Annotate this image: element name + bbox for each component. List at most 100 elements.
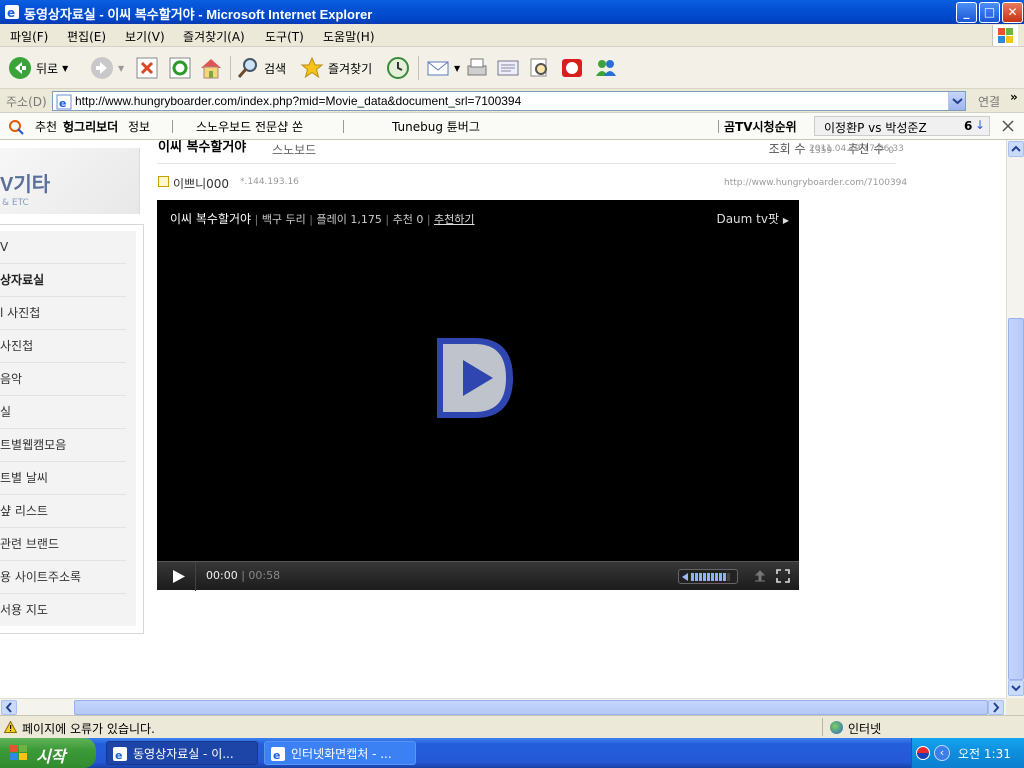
- edit-button[interactable]: [496, 54, 520, 82]
- start-button[interactable]: 시작: [0, 738, 96, 768]
- stop-button[interactable]: [136, 54, 158, 82]
- scroll-left-icon[interactable]: [1, 700, 17, 715]
- sidebar-item[interactable]: 트별 날씨: [0, 462, 126, 495]
- menu-file[interactable]: 파일(F): [10, 28, 48, 45]
- video-channel[interactable]: 백구 두리: [262, 213, 306, 226]
- sidebar-item[interactable]: 사진첩: [0, 330, 126, 363]
- daum-tvpot-link[interactable]: Daum tv팟 ▶: [716, 210, 789, 227]
- play-icon[interactable]: [172, 569, 186, 584]
- messenger-button[interactable]: [593, 54, 619, 82]
- forward-button[interactable]: ▼: [90, 54, 124, 82]
- scroll-right-icon[interactable]: [988, 700, 1004, 715]
- show-hidden-icons-icon[interactable]: ‹: [934, 745, 950, 761]
- member-icon: [158, 176, 169, 187]
- history-button[interactable]: [386, 54, 410, 82]
- toolbar-badge-button[interactable]: [560, 54, 584, 82]
- volume-slider[interactable]: [678, 569, 738, 584]
- scroll-down-icon[interactable]: [1008, 680, 1024, 696]
- toolbar-separator: [418, 56, 419, 80]
- category-banner: V기타 & ETC: [0, 148, 140, 214]
- fullscreen-icon[interactable]: [776, 569, 790, 583]
- link-snowboard-shop[interactable]: 스노우보드 전문샵 쏜: [196, 118, 303, 135]
- refresh-button[interactable]: [169, 54, 191, 82]
- research-button[interactable]: [528, 54, 552, 82]
- favorites-button[interactable]: 즐겨찾기: [300, 54, 372, 82]
- sidebar-item[interactable]: 음악: [0, 363, 126, 396]
- back-button[interactable]: 뒤로 ▼: [8, 54, 68, 82]
- link-tunebug[interactable]: Tunebug 튠버그: [392, 118, 480, 135]
- recommend-prefix: 추천: [35, 120, 58, 134]
- sidebar-item[interactable]: 용 사이트주소록: [0, 561, 126, 594]
- menu-view[interactable]: 보기(V): [125, 28, 165, 45]
- vertical-scrollbar[interactable]: [1006, 140, 1024, 698]
- menu-edit[interactable]: 편집(E): [67, 28, 106, 45]
- home-button[interactable]: [199, 54, 223, 82]
- status-message: 페이지에 오류가 있습니다.: [22, 722, 155, 736]
- close-icon[interactable]: [1002, 120, 1014, 132]
- sidebar-item[interactable]: 관련 브랜드: [0, 528, 126, 561]
- messenger-icon: [596, 60, 616, 76]
- author-ip: *.144.193.16: [240, 177, 299, 187]
- vertical-scroll-thumb[interactable]: [1008, 318, 1024, 680]
- more-links-icon[interactable]: »: [1010, 90, 1018, 104]
- link-separator: [343, 120, 344, 133]
- address-input[interactable]: e http://www.hungryboarder.com/index.php…: [52, 91, 966, 111]
- daum-logo-play-icon[interactable]: [435, 336, 515, 420]
- security-zone: 인터넷: [848, 722, 882, 736]
- back-dropdown-icon[interactable]: ▼: [62, 64, 68, 73]
- tv-rank-box[interactable]: 이정환P vs 박성준Z 6 ↓: [814, 116, 990, 136]
- print-button[interactable]: [465, 54, 489, 82]
- share-icon[interactable]: [753, 569, 767, 583]
- refresh-icon: [169, 57, 191, 79]
- search-icon: [9, 120, 24, 135]
- address-dropdown-icon[interactable]: [948, 92, 965, 110]
- sidebar-item[interactable]: V: [0, 231, 126, 264]
- close-button[interactable]: ✕: [1002, 2, 1023, 23]
- video-player[interactable]: 이씨 복수할거야 | 백구 두리 | 플레이 1,175 | 추천 0 | 추천…: [157, 200, 799, 591]
- scroll-up-icon[interactable]: [1008, 141, 1024, 157]
- maximize-button[interactable]: □: [979, 2, 1000, 23]
- recommend-link[interactable]: 추천하기: [434, 213, 474, 226]
- author-name[interactable]: 이쁘니000: [173, 175, 229, 192]
- sidebar-item[interactable]: 서용 지도: [0, 594, 126, 627]
- svg-text:e: e: [59, 97, 66, 110]
- menu-favorites[interactable]: 즐겨찾기(A): [183, 28, 245, 45]
- recommend-link[interactable]: 헝그리보더: [63, 118, 118, 135]
- windows-flag-icon: [992, 25, 1018, 46]
- taskbar-item-capture[interactable]: e 인터넷화면캡처 - ...: [264, 741, 416, 765]
- menu-bar: 파일(F) 편집(E) 보기(V) 즐겨찾기(A) 도구(T) 도움말(H): [0, 24, 1024, 47]
- back-icon: [9, 57, 31, 79]
- horizontal-scrollbar[interactable]: [0, 698, 1006, 715]
- plays-count: 1,175: [350, 213, 382, 226]
- address-url: http://www.hungryboarder.com/index.php?m…: [75, 94, 522, 108]
- print-icon: [467, 58, 487, 76]
- article-url[interactable]: http://www.hungryboarder.com/7100394: [724, 178, 907, 188]
- minimize-button[interactable]: _: [956, 2, 977, 23]
- status-separator: [822, 718, 823, 736]
- search-label: 검색: [264, 61, 287, 76]
- menu-help[interactable]: 도움말(H): [323, 28, 375, 45]
- sidebar-menu-inner: V 상자료실 l 사진첩 사진첩 음악 실 트별웹캠모음 트별 날씨 샾 리스트…: [0, 231, 136, 626]
- warning-icon[interactable]: [4, 721, 17, 733]
- mail-dropdown-icon[interactable]: ▼: [454, 64, 460, 73]
- sidebar-item[interactable]: 샾 리스트: [0, 495, 126, 528]
- favorites-icon: [300, 56, 324, 79]
- menu-tools[interactable]: 도구(T): [265, 28, 304, 45]
- ie-icon: e: [271, 747, 285, 761]
- speaker-icon: [682, 573, 688, 581]
- sidebar-item[interactable]: 트별웹캠모음: [0, 429, 126, 462]
- forward-dropdown-icon[interactable]: ▼: [118, 64, 124, 73]
- tv-rank-label[interactable]: 곰TV시청순위: [724, 118, 797, 135]
- search-button[interactable]: 검색: [236, 54, 286, 82]
- article-category[interactable]: 스노보드: [272, 141, 316, 158]
- mail-button[interactable]: ▼: [426, 54, 460, 82]
- sidebar-item-active[interactable]: 상자료실: [0, 264, 126, 297]
- sidebar-item[interactable]: 실: [0, 396, 126, 429]
- taskbar-item-ie[interactable]: e 동영상자료실 - 이...: [106, 741, 258, 765]
- go-button[interactable]: 연결: [978, 93, 1000, 110]
- clock[interactable]: 오전 1:31: [958, 745, 1011, 762]
- horizontal-scroll-thumb[interactable]: [74, 700, 988, 715]
- language-icon[interactable]: [916, 746, 930, 760]
- ie-icon: e: [5, 5, 19, 20]
- sidebar-item[interactable]: l 사진첩: [0, 297, 126, 330]
